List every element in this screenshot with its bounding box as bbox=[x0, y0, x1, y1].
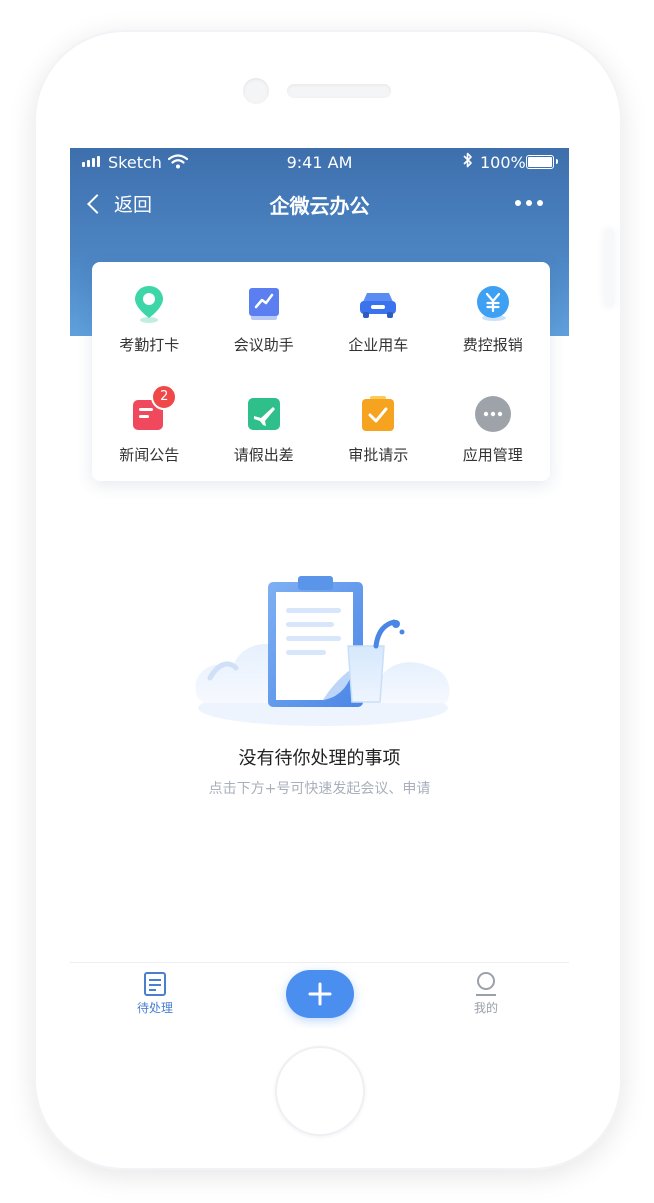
app-label: 新闻公告 bbox=[119, 445, 180, 464]
app-label: 考勤打卡 bbox=[119, 336, 180, 354]
app-news[interactable]: 2 新闻公告 bbox=[92, 372, 207, 482]
app-label: 费控报销 bbox=[462, 336, 523, 354]
app-label: 审批请示 bbox=[348, 445, 409, 464]
app-grid-card: 考勤打卡 会议助手 企业用车 费控报销 2 新闻公告 请假出差 审批请示 应用管… bbox=[92, 262, 550, 481]
unread-badge: 2 bbox=[151, 383, 178, 410]
airplane-icon bbox=[244, 394, 284, 434]
status-bar: Sketch 9:41 AM 100% bbox=[70, 148, 569, 178]
more-dots-icon bbox=[515, 200, 521, 206]
app-leave-trip[interactable]: 请假出差 bbox=[207, 372, 322, 482]
front-camera bbox=[243, 78, 269, 104]
yuan-coin-icon bbox=[473, 284, 513, 324]
app-meeting[interactable]: 会议助手 bbox=[207, 262, 322, 372]
app-expense[interactable]: 费控报销 bbox=[436, 262, 551, 372]
empty-clipboard-illustration bbox=[188, 568, 458, 738]
phone-screen: Sketch 9:41 AM 100% 返回 企微云办公 考勤打卡 会议助手 企… bbox=[70, 148, 569, 1028]
tab-mine[interactable]: 我的 bbox=[446, 971, 526, 1016]
bottom-tab-bar: 待处理 我的 bbox=[70, 962, 569, 1028]
nav-bar: 返回 企微云办公 bbox=[70, 182, 569, 226]
app-label: 会议助手 bbox=[233, 336, 294, 354]
user-profile-icon bbox=[476, 972, 496, 996]
more-button[interactable] bbox=[515, 200, 543, 206]
bluetooth-icon bbox=[463, 152, 473, 172]
empty-state-subtitle: 点击下方+号可快速发起会议、申请 bbox=[208, 781, 431, 797]
empty-state-title: 没有待你处理的事项 bbox=[238, 748, 401, 769]
app-label: 应用管理 bbox=[462, 445, 523, 464]
more-apps-icon bbox=[473, 394, 513, 434]
battery-percent: 100% bbox=[480, 153, 526, 172]
app-label: 企业用车 bbox=[348, 336, 409, 354]
app-label: 请假出差 bbox=[233, 445, 294, 464]
page-title: 企微云办公 bbox=[269, 194, 370, 218]
tab-pending[interactable]: 待处理 bbox=[115, 971, 195, 1016]
app-management[interactable]: 应用管理 bbox=[436, 372, 551, 482]
battery-icon bbox=[526, 155, 558, 169]
add-button[interactable] bbox=[286, 970, 354, 1018]
approval-check-icon bbox=[358, 394, 398, 434]
meeting-chart-icon bbox=[244, 284, 284, 324]
car-icon bbox=[358, 284, 398, 324]
app-approval[interactable]: 审批请示 bbox=[321, 372, 436, 482]
phone-side-button bbox=[604, 228, 614, 308]
app-attendance[interactable]: 考勤打卡 bbox=[92, 262, 207, 372]
location-pin-icon bbox=[129, 284, 169, 324]
earpiece-speaker bbox=[287, 84, 391, 98]
tab-label: 待处理 bbox=[136, 1001, 173, 1015]
home-button[interactable] bbox=[275, 1046, 365, 1136]
document-list-icon bbox=[144, 972, 166, 996]
app-company-car[interactable]: 企业用车 bbox=[321, 262, 436, 372]
plus-icon bbox=[308, 982, 332, 1006]
tab-label: 我的 bbox=[473, 1001, 498, 1015]
news-icon: 2 bbox=[129, 383, 178, 434]
